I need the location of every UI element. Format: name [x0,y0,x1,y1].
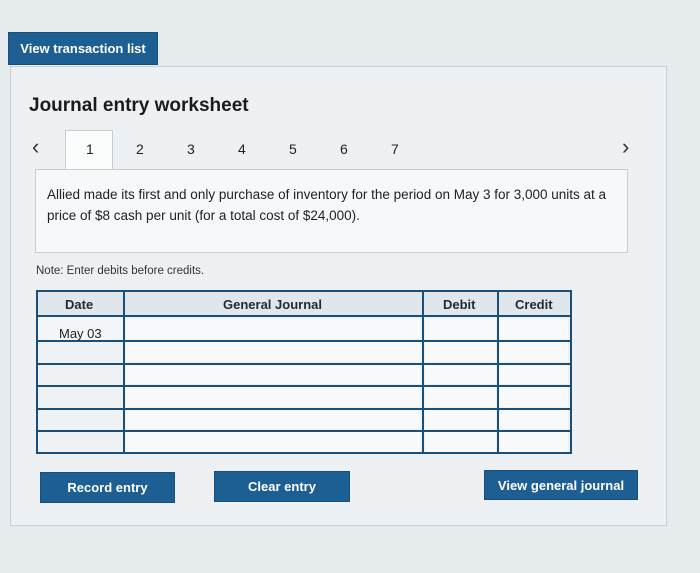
tab-3[interactable]: 3 [187,141,195,157]
debit-input-row-4[interactable] [425,387,496,407]
transaction-description: Allied made its first and only purchase … [35,169,628,253]
tab-5[interactable]: 5 [289,141,297,157]
account-input-row-3[interactable] [126,365,420,384]
view-transaction-list-button[interactable]: View transaction list [8,32,158,65]
page-title: Journal entry worksheet [29,95,249,116]
row-divider [38,408,570,410]
credit-input-row-6[interactable] [500,432,568,452]
credit-input-row-3[interactable] [500,365,568,384]
tab-bar: ‹ 1 2 3 4 5 6 7 › [25,130,645,172]
clear-entry-button[interactable]: Clear entry [214,471,350,502]
debit-input-row-5[interactable] [425,410,496,429]
row-divider [38,340,570,342]
view-general-journal-button[interactable]: View general journal [484,470,638,500]
chevron-left-icon[interactable]: ‹ [32,134,39,160]
account-input-row-2[interactable] [126,342,420,362]
credit-input-row-1[interactable] [500,319,568,339]
tab-7[interactable]: 7 [391,141,399,157]
chevron-right-icon[interactable]: › [622,134,629,160]
credit-input-row-4[interactable] [500,387,568,407]
credit-input-row-2[interactable] [500,342,568,362]
record-entry-button[interactable]: Record entry [40,472,175,503]
debit-input-row-2[interactable] [425,342,496,362]
entry-note: Note: Enter debits before credits. [36,265,205,277]
tab-6[interactable]: 6 [340,141,348,157]
debit-input-row-3[interactable] [425,365,496,384]
account-input-row-1[interactable] [126,319,420,339]
account-input-row-4[interactable] [126,387,420,407]
journal-table: Date General Journal Debit Credit May 03 [36,290,572,454]
date-column-header: Date [65,297,94,312]
tab-2[interactable]: 2 [136,141,144,157]
journal-header-row: Date General Journal Debit Credit [38,292,570,317]
debit-input-row-1[interactable] [425,319,496,339]
debit-input-row-6[interactable] [425,432,496,452]
account-input-row-6[interactable] [126,432,420,452]
credit-input-row-5[interactable] [500,410,568,429]
row-divider [38,363,570,365]
credit-column-header: Credit [515,297,553,312]
date-value: May 03 [59,326,102,341]
general-journal-column-header: General Journal [223,297,322,312]
tab-4[interactable]: 4 [238,141,246,157]
tab-1[interactable]: 1 [86,141,94,157]
account-input-row-5[interactable] [126,410,420,429]
debit-column-header: Debit [443,297,476,312]
row-divider [38,385,570,387]
row-divider [38,430,570,432]
